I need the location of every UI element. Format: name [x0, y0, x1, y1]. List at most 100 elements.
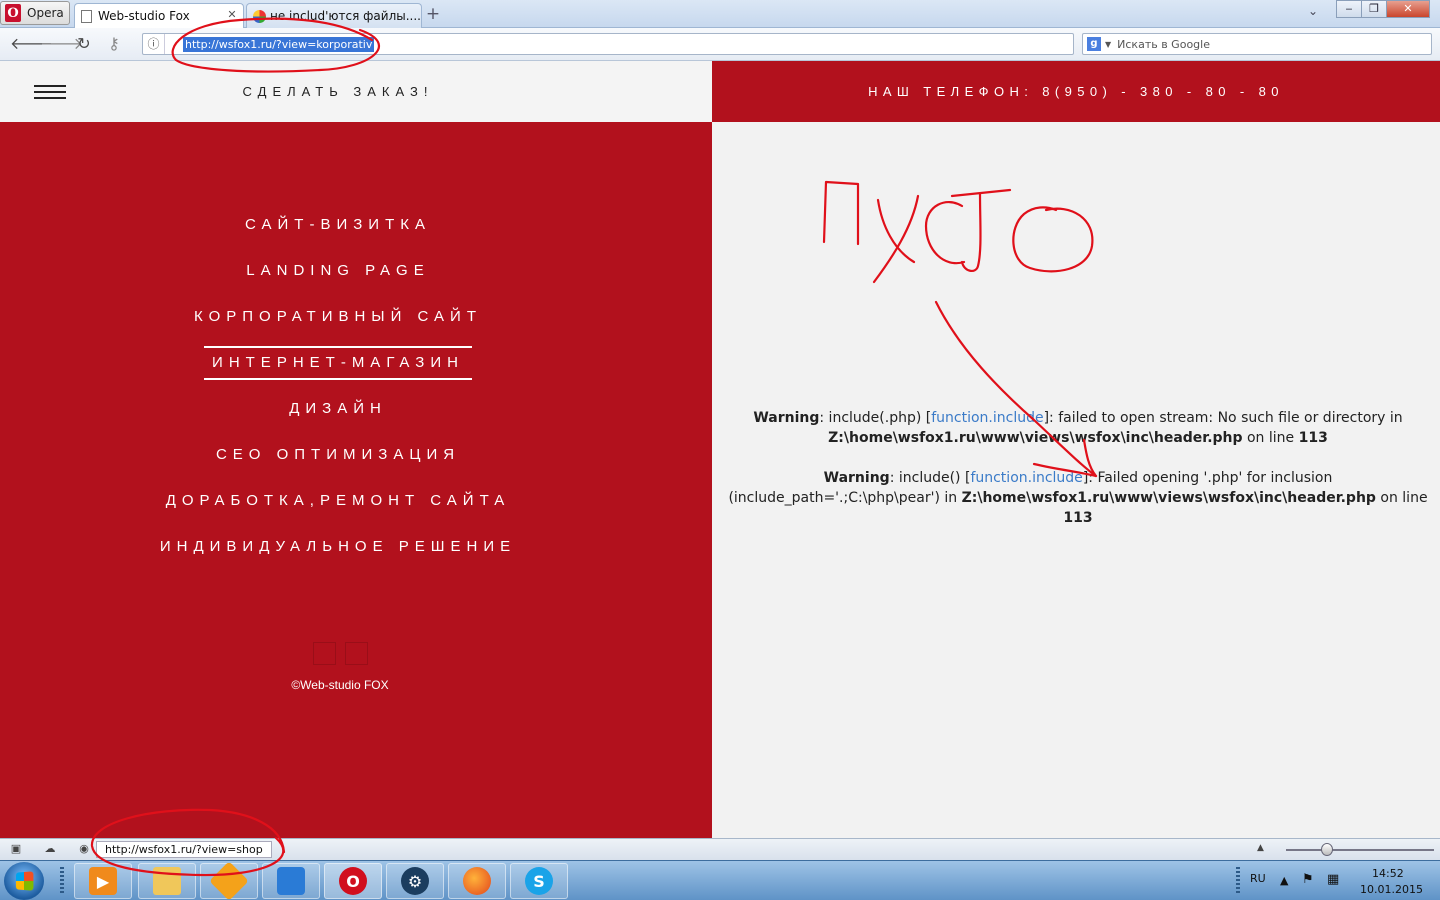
minimize-icon[interactable]: ‒	[1336, 0, 1362, 18]
app-icon	[209, 861, 249, 900]
taskbar-media-player[interactable]: ▶	[74, 863, 132, 899]
folder-icon	[153, 867, 181, 895]
taskbar-grip	[1236, 867, 1240, 895]
menu-item-repair[interactable]: ДОРАБОТКА,РЕМОНТ САЙТА	[0, 490, 676, 536]
tab-web-studio-fox[interactable]: Web-studio Fox ✕	[74, 3, 244, 28]
warning-text: on line	[1375, 490, 1428, 506]
menu-item-label: ИНТЕРНЕТ-МАГАЗИН	[204, 346, 472, 380]
media-player-icon: ▶	[89, 867, 117, 895]
browser-status-bar: ▣ ☁ ◉ http://wsfox1.ru/?view=shop ▲	[0, 838, 1440, 860]
menu-item-label: ДОРАБОТКА,РЕМОНТ САЙТА	[165, 492, 511, 509]
menu-item-label: САЙТ-ВИЗИТКА	[245, 216, 431, 233]
warning-label: Warning	[823, 470, 890, 486]
app-icon	[277, 867, 305, 895]
search-engine-chevron-icon[interactable]: ▼	[1105, 40, 1111, 49]
tab-label: Web-studio Fox	[98, 9, 190, 23]
taskbar-app-blue[interactable]	[262, 863, 320, 899]
opera-icon: O	[339, 867, 367, 895]
action-center-flag-icon[interactable]: ⚑	[1302, 872, 1314, 900]
zoom-slider-handle[interactable]	[1321, 843, 1333, 856]
warning-text: : include() [	[889, 470, 971, 486]
google-icon: g	[1087, 37, 1101, 51]
zoom-slider[interactable]	[1286, 849, 1434, 851]
speed-dial-icon[interactable]: ◉	[76, 842, 92, 856]
search-field[interactable]: g ▼ Искать в Google	[1082, 33, 1432, 55]
menu-item-label: ДИЗАЙН	[289, 400, 387, 417]
php-warning: Warning: include() [function.include]: F…	[720, 468, 1436, 528]
menu-item-label: КОРПОРАТИВНЫЙ САЙТ	[194, 308, 482, 325]
opera-menu-label: Opera	[27, 6, 64, 20]
warning-path: Z:\home\wsfox1.ru\www\views\wsfox\inc\he…	[961, 490, 1376, 506]
taskbar-explorer[interactable]	[138, 863, 196, 899]
start-button[interactable]	[4, 862, 44, 900]
search-placeholder: Искать в Google	[1117, 37, 1210, 51]
tab-forum-thread[interactable]: не includ'ются файлы....	[246, 3, 422, 28]
tray-expand-chevron-icon[interactable]: ▲	[1280, 874, 1288, 900]
opera-menu-button[interactable]: O Opera	[0, 1, 70, 25]
clock-date[interactable]: 10.01.2015	[1360, 883, 1423, 900]
taskbar-steam[interactable]: ⚙	[386, 863, 444, 899]
tab-label: не includ'ются файлы....	[270, 9, 421, 23]
menu-item-custom-solution[interactable]: ИНДИВИДУАЛЬНОЕ РЕШЕНИЕ	[0, 536, 676, 582]
steam-icon: ⚙	[401, 867, 429, 895]
menu-item-label: СЕО ОПТИМИЗАЦИЯ	[215, 446, 461, 463]
function-include-link[interactable]: function.include	[931, 410, 1043, 426]
forum-favicon-icon	[253, 9, 266, 23]
tab-list-chevron-icon[interactable]: ⌄	[1308, 4, 1318, 18]
language-indicator[interactable]: RU	[1250, 872, 1266, 900]
warning-line-number: 113	[1298, 430, 1328, 446]
content-area: Warning: include(.php) [function.include…	[712, 122, 1440, 838]
menu-item-design[interactable]: ДИЗАЙН	[0, 398, 676, 444]
restore-icon[interactable]: ❐	[1361, 0, 1387, 18]
address-bar[interactable]: ⓘ http://wsfox1.ru/?view=korporativ	[142, 33, 1074, 55]
browser-toolbar: 🡐 🡒 ↻ ⚷ ⓘ http://wsfox1.ru/?view=korpora…	[0, 28, 1440, 61]
status-url: http://wsfox1.ru/?view=shop	[96, 841, 272, 858]
panel-toggle-icon[interactable]: ▣	[8, 842, 24, 856]
order-link[interactable]: СДЕЛАТЬ ЗАКАЗ!	[0, 84, 676, 99]
windows-taskbar: ▶ O ⚙ S RU ▲ ⚑ ▦ 14:52 10.01.2015	[0, 860, 1440, 900]
warning-line-number: 113	[1063, 510, 1093, 526]
menu-item-label: LANDING PAGE	[246, 262, 430, 279]
forward-icon[interactable]: 🡒	[40, 35, 83, 53]
address-url[interactable]: http://wsfox1.ru/?view=korporativ	[183, 36, 375, 52]
function-include-link[interactable]: function.include	[970, 470, 1082, 486]
new-tab-icon[interactable]: +	[424, 5, 442, 23]
reload-icon[interactable]: ↻	[74, 35, 94, 53]
taskbar-firefox[interactable]	[448, 863, 506, 899]
taskbar-skype[interactable]: S	[510, 863, 568, 899]
opera-logo-icon: O	[5, 4, 21, 22]
zoom-menu-chevron-icon[interactable]: ▲	[1257, 843, 1264, 853]
browser-tab-bar: O Opera Web-studio Fox ✕ не includ'ются …	[0, 0, 1440, 28]
warning-text: ]: failed to open stream: No such file o…	[1043, 410, 1403, 426]
taskbar-grip	[60, 867, 64, 895]
copyright-text: ©Web-studio FOX	[291, 678, 389, 692]
phone-number: НАШ ТЕЛЕФОН: 8(950) - 380 - 80 - 80	[868, 84, 1284, 99]
taskbar-opera[interactable]: O	[324, 863, 382, 899]
skype-icon: S	[525, 867, 553, 895]
network-icon[interactable]: ▦	[1327, 872, 1339, 900]
social-icon[interactable]	[313, 642, 336, 665]
page-icon	[81, 9, 92, 23]
menu-item-business-card[interactable]: САЙТ-ВИЗИТКА	[0, 214, 676, 260]
wand-key-icon[interactable]: ⚷	[104, 35, 124, 53]
menu-item-landing-page[interactable]: LANDING PAGE	[0, 260, 676, 306]
warning-text: on line	[1242, 430, 1299, 446]
php-warning: Warning: include(.php) [function.include…	[720, 408, 1436, 448]
close-window-icon[interactable]: ✕	[1386, 0, 1430, 18]
window-controls: ‒ ❐ ✕	[1336, 0, 1430, 20]
social-links	[313, 642, 368, 665]
cloud-icon[interactable]: ☁	[42, 842, 58, 856]
main-menu: САЙТ-ВИЗИТКА LANDING PAGE КОРПОРАТИВНЫЙ …	[0, 214, 676, 582]
warning-path: Z:\home\wsfox1.ru\www\views\wsfox\inc\he…	[828, 430, 1243, 446]
taskbar-app[interactable]	[200, 861, 258, 900]
close-tab-icon[interactable]: ✕	[226, 9, 238, 21]
firefox-icon	[463, 867, 491, 895]
warning-text: : include(.php) [	[819, 410, 932, 426]
side-menu-panel: САЙТ-ВИЗИТКА LANDING PAGE КОРПОРАТИВНЫЙ …	[0, 122, 712, 838]
menu-item-seo[interactable]: СЕО ОПТИМИЗАЦИЯ	[0, 444, 676, 490]
back-icon[interactable]: 🡐	[10, 35, 53, 53]
windows-logo-icon	[15, 871, 34, 891]
site-info-icon[interactable]: ⓘ	[143, 34, 165, 54]
menu-item-online-shop[interactable]: ИНТЕРНЕТ-МАГАЗИН	[0, 346, 676, 398]
social-icon[interactable]	[345, 642, 368, 665]
